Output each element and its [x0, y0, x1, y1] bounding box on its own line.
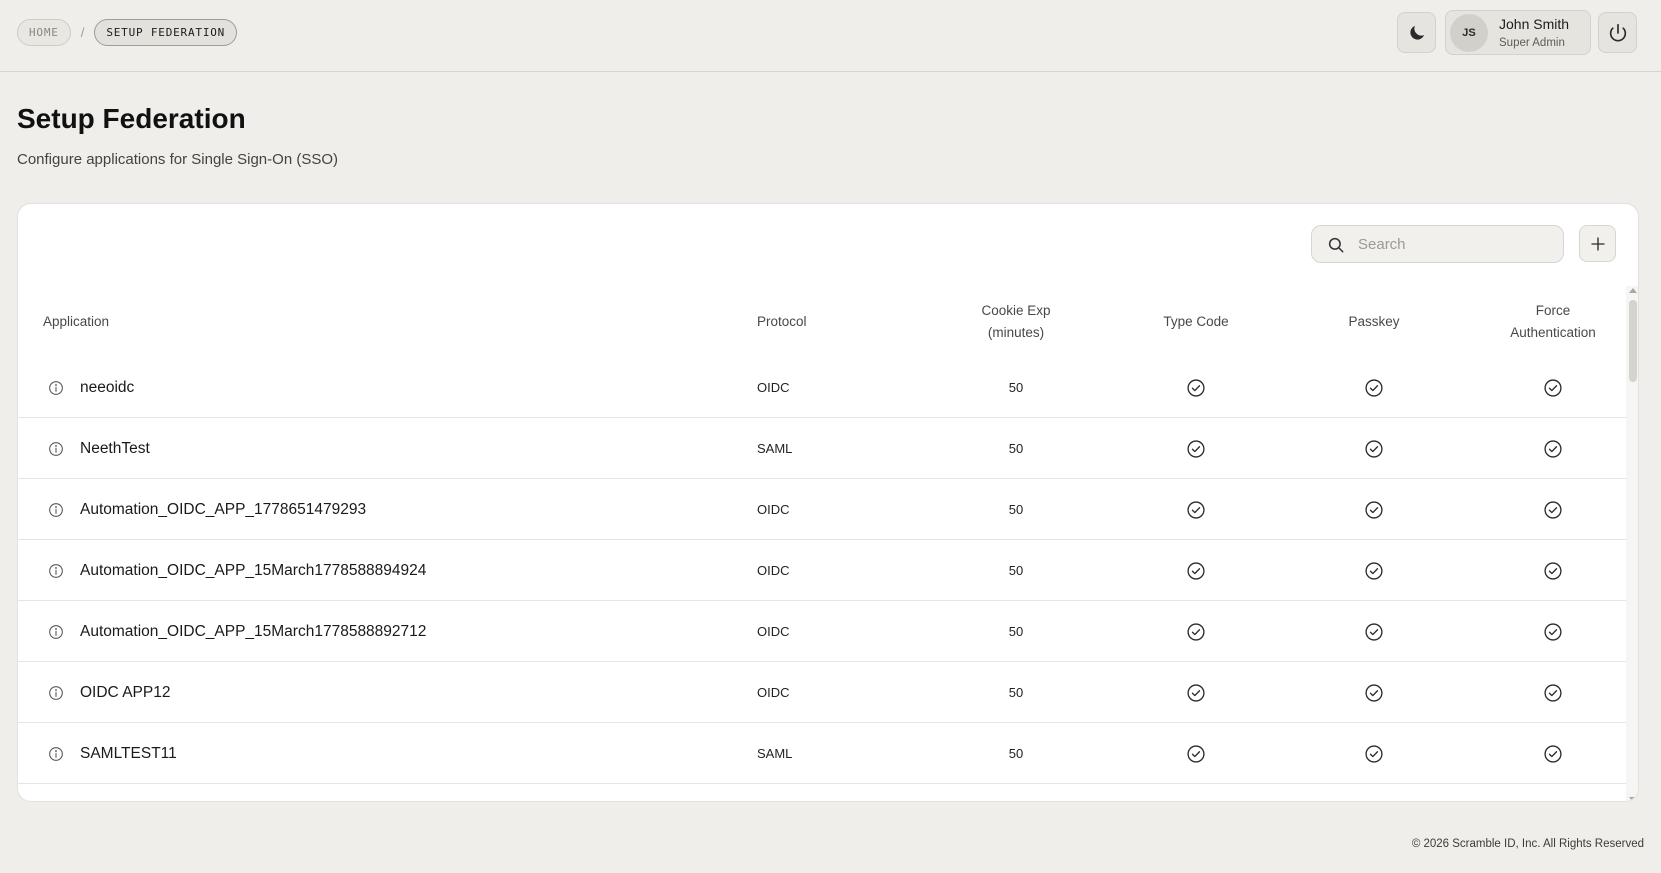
column-application[interactable]: Application [43, 286, 109, 357]
passkey-check-icon [1284, 723, 1464, 784]
column-force-auth-line1: Force [1535, 302, 1571, 318]
breadcrumb-separator: / [80, 25, 85, 40]
info-icon[interactable] [48, 746, 64, 767]
info-icon[interactable] [48, 685, 64, 706]
column-protocol[interactable]: Protocol [757, 286, 807, 357]
type-code-check-icon [1106, 723, 1286, 784]
user-menu[interactable]: JS John Smith Super Admin [1445, 10, 1591, 55]
application-name[interactable]: Automation_OIDC_APP_1778651479293 [80, 479, 366, 540]
theme-toggle-button[interactable] [1397, 12, 1436, 53]
passkey-check-icon [1284, 540, 1464, 601]
table-row[interactable]: neeoidc OIDC 50 [18, 357, 1626, 418]
breadcrumb-home[interactable]: HOME [17, 19, 71, 46]
moon-icon [1409, 25, 1424, 40]
table-row[interactable]: Automation_OIDC_APP_15March1778588894924… [18, 540, 1626, 601]
protocol-value: SAML [757, 441, 793, 456]
application-name[interactable]: Automation_OIDC_APP_15March1778588894924 [80, 540, 426, 601]
column-force-authentication[interactable]: Force Authentication [1463, 286, 1638, 357]
type-code-check-icon [1106, 662, 1286, 723]
applications-card: Application Protocol Cookie Exp (minutes… [17, 203, 1639, 802]
table-row[interactable]: SAMLTEST11 SAML 50 [18, 723, 1626, 784]
scrollbar-thumb[interactable] [1629, 300, 1637, 382]
plus-icon [1590, 236, 1605, 251]
breadcrumb-current[interactable]: SETUP FEDERATION [94, 19, 238, 46]
info-icon[interactable] [48, 441, 64, 462]
cookie-exp-value: 50 [1008, 563, 1024, 578]
info-icon[interactable] [48, 380, 64, 401]
table-body: neeoidc OIDC 50 NeethTest SAML 50 Automation_O… [18, 357, 1626, 784]
application-name[interactable]: Automation_OIDC_APP_15March1778588892712 [80, 601, 426, 662]
force-auth-check-icon [1463, 479, 1638, 540]
passkey-check-icon [1284, 418, 1464, 479]
passkey-check-icon [1284, 357, 1464, 418]
table-row[interactable]: Automation_OIDC_APP_15March1778588892712… [18, 601, 1626, 662]
protocol-value: OIDC [757, 563, 790, 578]
search-box [1311, 225, 1564, 263]
force-auth-check-icon [1463, 662, 1638, 723]
cookie-exp-value: 50 [1008, 624, 1024, 639]
table-row[interactable]: NeethTest SAML 50 [18, 418, 1626, 479]
application-name[interactable]: OIDC APP12 [80, 662, 170, 723]
breadcrumb: HOME / SETUP FEDERATION [17, 19, 238, 46]
column-force-auth-line2: Authentication [1510, 324, 1596, 340]
top-bar: HOME / SETUP FEDERATION JS John Smith Su… [0, 0, 1661, 72]
type-code-check-icon [1106, 418, 1286, 479]
protocol-value: OIDC [757, 685, 790, 700]
force-auth-check-icon [1463, 540, 1638, 601]
vertical-scrollbar[interactable] [1626, 286, 1638, 801]
logout-button[interactable] [1598, 12, 1637, 53]
table-header: Application Protocol Cookie Exp (minutes… [18, 286, 1626, 357]
application-name[interactable]: SAMLTEST11 [80, 723, 177, 784]
page-subtitle: Configure applications for Single Sign-O… [17, 151, 338, 168]
protocol-value: OIDC [757, 502, 790, 517]
user-name: John Smith [1499, 16, 1570, 32]
info-icon[interactable] [48, 624, 64, 645]
force-auth-check-icon [1463, 601, 1638, 662]
info-icon[interactable] [48, 563, 64, 584]
application-name[interactable]: NeethTest [80, 418, 150, 479]
cookie-exp-value: 50 [1008, 746, 1024, 761]
cookie-exp-value: 50 [1008, 502, 1024, 517]
add-application-button[interactable] [1579, 225, 1616, 262]
column-cookie-exp-line2: (minutes) [987, 324, 1045, 340]
column-cookie-exp[interactable]: Cookie Exp (minutes) [926, 286, 1106, 357]
force-auth-check-icon [1463, 418, 1638, 479]
cookie-exp-value: 50 [1008, 441, 1024, 456]
footer-copyright: © 2026 Scramble ID, Inc. All Rights Rese… [1411, 838, 1644, 850]
cookie-exp-value: 50 [1008, 685, 1024, 700]
type-code-check-icon [1106, 540, 1286, 601]
avatar: JS [1450, 14, 1488, 52]
application-name[interactable]: neeoidc [80, 357, 134, 418]
type-code-check-icon [1106, 479, 1286, 540]
page-title: Setup Federation [17, 103, 246, 134]
table-row[interactable]: Automation_OIDC_APP_1778651479293 OIDC 50 [18, 479, 1626, 540]
table-row[interactable]: OIDC APP12 OIDC 50 [18, 662, 1626, 723]
cookie-exp-value: 50 [1008, 380, 1024, 395]
protocol-value: OIDC [757, 624, 790, 639]
force-auth-check-icon [1463, 357, 1638, 418]
type-code-check-icon [1106, 601, 1286, 662]
scroll-down-arrow-icon[interactable] [1629, 797, 1637, 801]
column-cookie-exp-line1: Cookie Exp [981, 302, 1051, 318]
force-auth-check-icon [1463, 723, 1638, 784]
type-code-check-icon [1106, 357, 1286, 418]
protocol-value: OIDC [757, 380, 790, 395]
passkey-check-icon [1284, 479, 1464, 540]
column-passkey[interactable]: Passkey [1284, 286, 1464, 357]
scroll-up-arrow-icon[interactable] [1629, 288, 1637, 293]
protocol-value: SAML [757, 746, 793, 761]
search-input[interactable] [1358, 226, 1558, 262]
column-type-code[interactable]: Type Code [1106, 286, 1286, 357]
user-role: Super Admin [1499, 37, 1565, 49]
power-icon [1609, 23, 1626, 42]
search-icon [1328, 237, 1344, 253]
passkey-check-icon [1284, 662, 1464, 723]
info-icon[interactable] [48, 502, 64, 523]
passkey-check-icon [1284, 601, 1464, 662]
